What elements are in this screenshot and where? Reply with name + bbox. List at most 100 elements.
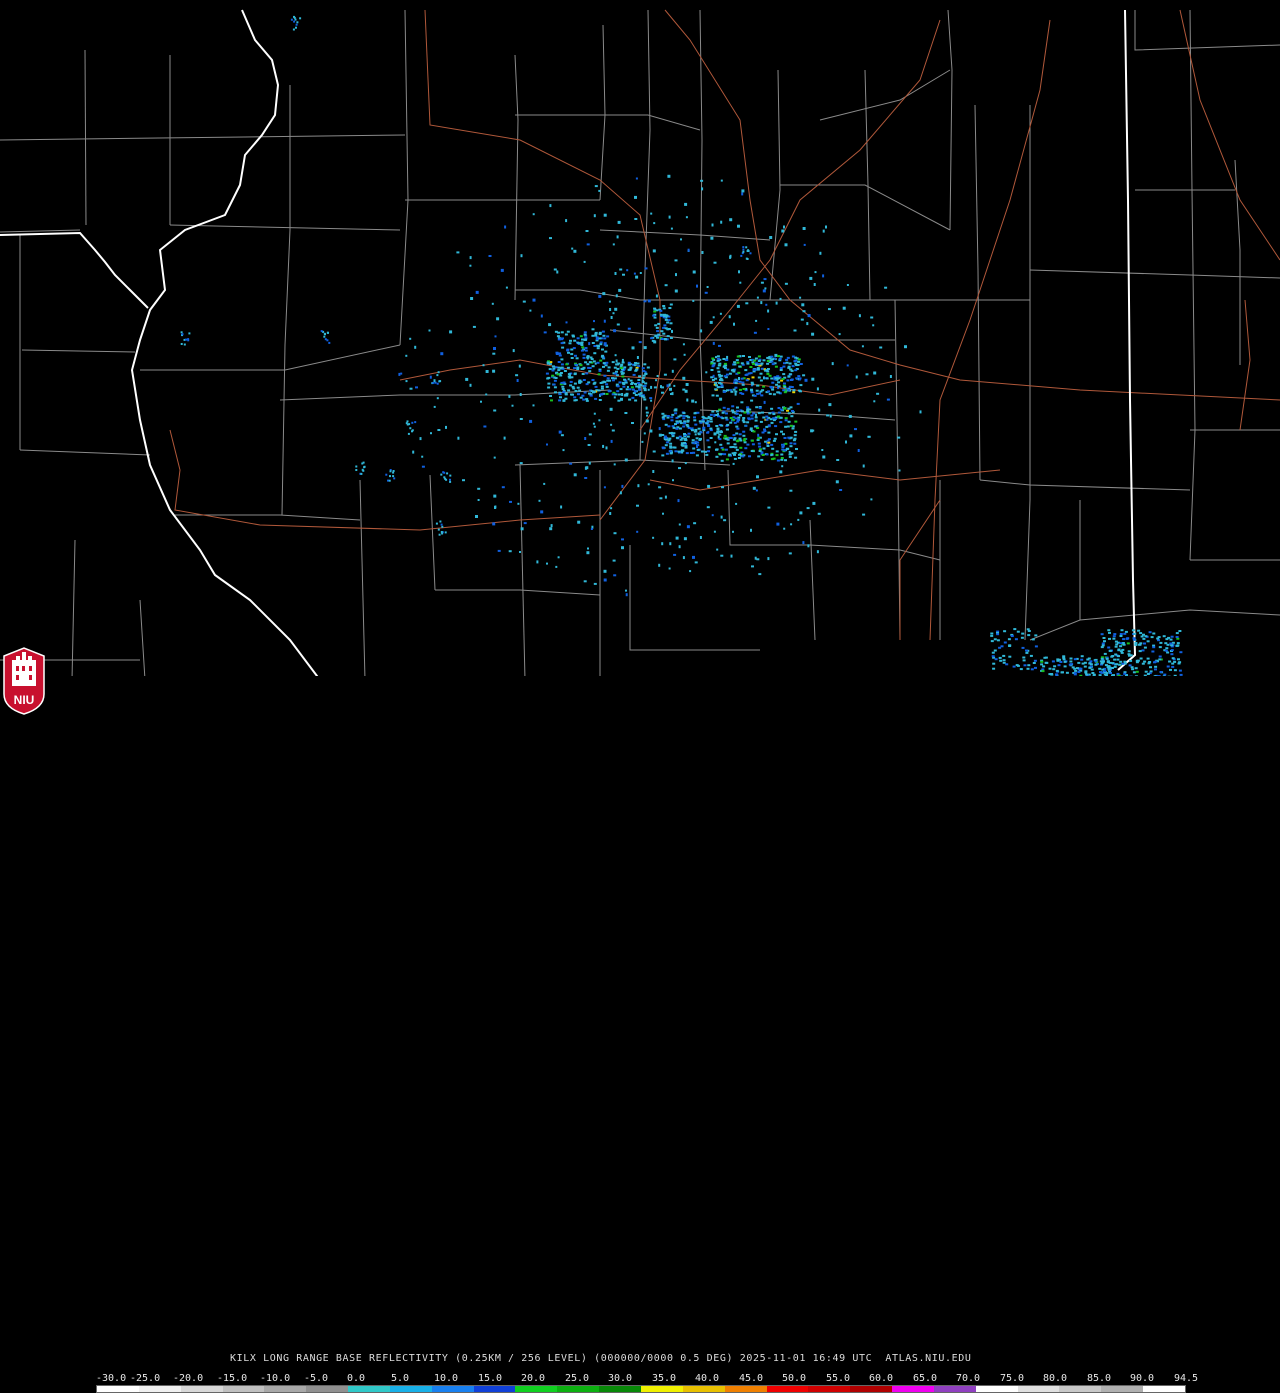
echo-pixel: [552, 383, 556, 386]
echo-pixel: [797, 518, 800, 521]
scale-label: 94.5: [1174, 1373, 1199, 1384]
echo-pixel: [743, 437, 747, 440]
echo-pixel: [734, 392, 737, 396]
echo-pixel: [1076, 667, 1079, 670]
echo-pixel: [1117, 655, 1120, 658]
echo-pixel: [548, 368, 552, 371]
echo-pixel: [724, 448, 728, 451]
echo-pixel: [591, 379, 595, 381]
echo-pixel: [651, 339, 655, 342]
echo-pixel: [1154, 668, 1157, 671]
color-bar-swatch: [389, 1386, 432, 1392]
echo-pixel: [797, 389, 801, 392]
echo-pixel: [571, 247, 574, 250]
echo-pixel: [770, 458, 774, 461]
echo-pixel: [757, 433, 760, 437]
echo-pixel: [718, 381, 721, 384]
echo-pixel: [576, 386, 580, 389]
echo-pixel: [601, 330, 605, 333]
echo-pixel: [637, 379, 641, 381]
echo-pixel: [621, 381, 625, 384]
echo-pixel: [469, 383, 472, 387]
echo-pixel: [1107, 667, 1111, 670]
echo-pixel: [563, 370, 567, 372]
echo-pixel: [709, 413, 713, 416]
echo-pixel: [801, 303, 805, 307]
echo-pixel: [605, 383, 609, 386]
echo-pixel: [552, 365, 555, 368]
echo-pixel: [621, 538, 624, 541]
echo-pixel: [293, 16, 296, 19]
echo-pixel: [585, 399, 589, 402]
echo-pixel: [756, 558, 760, 561]
echo-pixel: [767, 441, 771, 444]
echo-pixel: [599, 343, 603, 346]
echo-pixel: [571, 393, 574, 396]
echo-pixel: [692, 555, 695, 559]
echo-pixel: [755, 389, 759, 392]
echo-pixel: [1073, 672, 1077, 675]
echo-pixel: [494, 335, 497, 338]
echo-pixel: [1113, 633, 1117, 636]
echo-pixel: [392, 471, 395, 474]
echo-pixel: [496, 317, 500, 321]
echo-pixel: [772, 419, 776, 422]
echo-pixel: [739, 446, 743, 449]
echo-pixel: [1125, 637, 1129, 640]
echo-pixel: [684, 389, 688, 393]
echo-pixel: [797, 358, 801, 361]
echo-pixel: [685, 424, 689, 426]
echo-pixel: [656, 330, 660, 333]
echo-pixel: [783, 407, 787, 409]
echo-pixel: [1113, 665, 1117, 668]
echo-pixel: [752, 362, 755, 365]
echo-pixel: [652, 536, 655, 539]
echo-pixel: [733, 363, 737, 366]
echo-pixel: [644, 267, 648, 270]
echo-pixel: [797, 375, 801, 378]
echo-pixel: [579, 396, 583, 399]
echo-pixel: [734, 382, 738, 385]
echo-pixel: [606, 369, 610, 372]
echo-pixel: [870, 498, 873, 501]
echo-pixel: [581, 367, 585, 370]
echo-pixel: [593, 352, 597, 355]
echo-pixel: [585, 372, 589, 375]
echo-pixel: [749, 252, 752, 255]
echo-pixel: [682, 417, 686, 420]
echo-pixel: [532, 298, 536, 302]
echo-pixel: [1003, 630, 1007, 633]
echo-pixel: [1025, 651, 1029, 654]
echo-pixel: [633, 364, 637, 367]
echo-pixel: [738, 433, 742, 436]
echo-pixel: [616, 385, 620, 388]
echo-pixel: [1007, 638, 1011, 641]
echo-pixel: [766, 439, 770, 442]
echo-pixel: [759, 420, 763, 423]
echo-pixel: [603, 374, 607, 377]
echo-pixel: [1107, 665, 1111, 668]
echo-pixel: [669, 446, 673, 449]
echo-pixel: [497, 549, 501, 552]
echo-pixel: [1152, 632, 1156, 635]
echo-pixel: [624, 458, 628, 462]
echo-pixel: [520, 527, 524, 531]
echo-pixel: [593, 412, 596, 415]
echo-pixel: [1113, 658, 1117, 661]
echo-pixel: [990, 640, 994, 643]
echo-pixel: [445, 425, 447, 429]
scale-label: 45.0: [739, 1373, 764, 1384]
echo-pixel: [591, 342, 595, 344]
echo-pixel: [804, 378, 808, 382]
echo-pixel: [1119, 660, 1123, 663]
echo-pixel: [642, 370, 646, 373]
echo-pixel: [733, 437, 737, 440]
echo-pixel: [565, 321, 568, 324]
echo-pixel: [622, 385, 626, 388]
echo-pixel: [389, 475, 391, 478]
echo-pixel: [1107, 646, 1111, 649]
echo-pixel: [721, 411, 725, 414]
echo-pixel: [745, 302, 749, 305]
echo-pixel: [1148, 631, 1152, 634]
echo-pixel: [1170, 653, 1174, 656]
